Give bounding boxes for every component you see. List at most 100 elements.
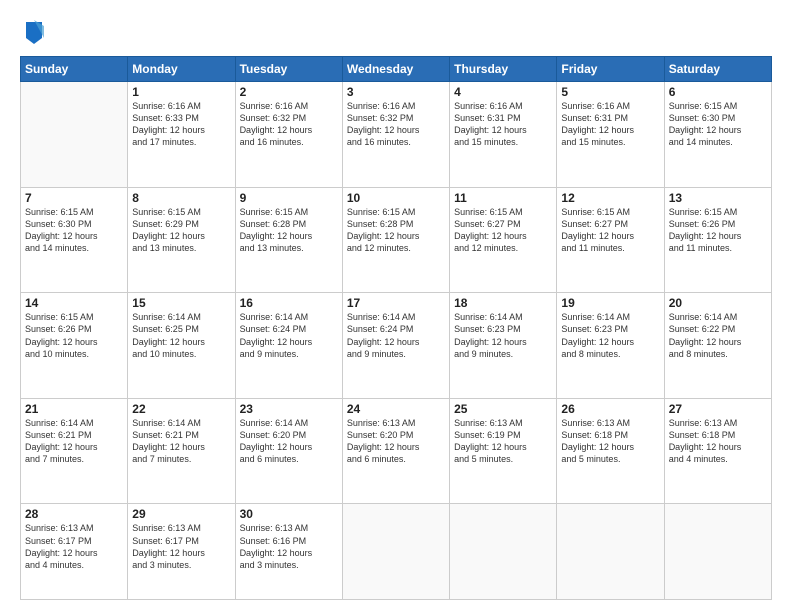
day-number: 24: [347, 402, 445, 416]
day-info: Sunrise: 6:13 AM Sunset: 6:18 PM Dayligh…: [561, 417, 659, 466]
day-number: 1: [132, 85, 230, 99]
calendar-cell: 26Sunrise: 6:13 AM Sunset: 6:18 PM Dayli…: [557, 398, 664, 504]
day-number: 14: [25, 296, 123, 310]
day-number: 29: [132, 507, 230, 521]
day-number: 8: [132, 191, 230, 205]
calendar-cell: 16Sunrise: 6:14 AM Sunset: 6:24 PM Dayli…: [235, 293, 342, 399]
calendar-cell: 30Sunrise: 6:13 AM Sunset: 6:16 PM Dayli…: [235, 504, 342, 600]
calendar-cell: 9Sunrise: 6:15 AM Sunset: 6:28 PM Daylig…: [235, 187, 342, 293]
day-number: 12: [561, 191, 659, 205]
day-number: 3: [347, 85, 445, 99]
calendar-week-2: 14Sunrise: 6:15 AM Sunset: 6:26 PM Dayli…: [21, 293, 772, 399]
calendar-cell: [450, 504, 557, 600]
day-number: 5: [561, 85, 659, 99]
day-number: 9: [240, 191, 338, 205]
calendar-table: SundayMondayTuesdayWednesdayThursdayFrid…: [20, 56, 772, 600]
page: SundayMondayTuesdayWednesdayThursdayFrid…: [0, 0, 792, 612]
day-number: 4: [454, 85, 552, 99]
day-number: 27: [669, 402, 767, 416]
calendar-cell: 11Sunrise: 6:15 AM Sunset: 6:27 PM Dayli…: [450, 187, 557, 293]
logo: [20, 18, 46, 46]
weekday-header-friday: Friday: [557, 57, 664, 82]
day-info: Sunrise: 6:14 AM Sunset: 6:21 PM Dayligh…: [25, 417, 123, 466]
calendar-cell: 23Sunrise: 6:14 AM Sunset: 6:20 PM Dayli…: [235, 398, 342, 504]
day-info: Sunrise: 6:15 AM Sunset: 6:30 PM Dayligh…: [25, 206, 123, 255]
day-number: 19: [561, 296, 659, 310]
day-info: Sunrise: 6:13 AM Sunset: 6:17 PM Dayligh…: [132, 522, 230, 571]
calendar-cell: 21Sunrise: 6:14 AM Sunset: 6:21 PM Dayli…: [21, 398, 128, 504]
day-info: Sunrise: 6:14 AM Sunset: 6:21 PM Dayligh…: [132, 417, 230, 466]
day-info: Sunrise: 6:14 AM Sunset: 6:22 PM Dayligh…: [669, 311, 767, 360]
day-info: Sunrise: 6:16 AM Sunset: 6:31 PM Dayligh…: [561, 100, 659, 149]
calendar-cell: 2Sunrise: 6:16 AM Sunset: 6:32 PM Daylig…: [235, 82, 342, 188]
day-number: 26: [561, 402, 659, 416]
calendar-cell: 29Sunrise: 6:13 AM Sunset: 6:17 PM Dayli…: [128, 504, 235, 600]
day-info: Sunrise: 6:16 AM Sunset: 6:31 PM Dayligh…: [454, 100, 552, 149]
calendar-cell: [342, 504, 449, 600]
day-number: 30: [240, 507, 338, 521]
calendar-cell: 17Sunrise: 6:14 AM Sunset: 6:24 PM Dayli…: [342, 293, 449, 399]
header: [20, 18, 772, 46]
calendar-cell: 10Sunrise: 6:15 AM Sunset: 6:28 PM Dayli…: [342, 187, 449, 293]
calendar-cell: 24Sunrise: 6:13 AM Sunset: 6:20 PM Dayli…: [342, 398, 449, 504]
day-info: Sunrise: 6:15 AM Sunset: 6:28 PM Dayligh…: [347, 206, 445, 255]
weekday-header-sunday: Sunday: [21, 57, 128, 82]
calendar-cell: [664, 504, 771, 600]
day-number: 15: [132, 296, 230, 310]
calendar-cell: 28Sunrise: 6:13 AM Sunset: 6:17 PM Dayli…: [21, 504, 128, 600]
day-info: Sunrise: 6:15 AM Sunset: 6:27 PM Dayligh…: [561, 206, 659, 255]
day-number: 17: [347, 296, 445, 310]
calendar-cell: 1Sunrise: 6:16 AM Sunset: 6:33 PM Daylig…: [128, 82, 235, 188]
weekday-header-thursday: Thursday: [450, 57, 557, 82]
day-number: 13: [669, 191, 767, 205]
day-info: Sunrise: 6:14 AM Sunset: 6:20 PM Dayligh…: [240, 417, 338, 466]
calendar-cell: [557, 504, 664, 600]
day-info: Sunrise: 6:13 AM Sunset: 6:19 PM Dayligh…: [454, 417, 552, 466]
day-info: Sunrise: 6:14 AM Sunset: 6:24 PM Dayligh…: [347, 311, 445, 360]
day-info: Sunrise: 6:14 AM Sunset: 6:23 PM Dayligh…: [561, 311, 659, 360]
day-info: Sunrise: 6:15 AM Sunset: 6:29 PM Dayligh…: [132, 206, 230, 255]
calendar-cell: 14Sunrise: 6:15 AM Sunset: 6:26 PM Dayli…: [21, 293, 128, 399]
day-number: 28: [25, 507, 123, 521]
day-number: 23: [240, 402, 338, 416]
day-info: Sunrise: 6:13 AM Sunset: 6:20 PM Dayligh…: [347, 417, 445, 466]
day-info: Sunrise: 6:13 AM Sunset: 6:17 PM Dayligh…: [25, 522, 123, 571]
day-number: 10: [347, 191, 445, 205]
day-info: Sunrise: 6:13 AM Sunset: 6:18 PM Dayligh…: [669, 417, 767, 466]
calendar-cell: 13Sunrise: 6:15 AM Sunset: 6:26 PM Dayli…: [664, 187, 771, 293]
day-info: Sunrise: 6:16 AM Sunset: 6:32 PM Dayligh…: [240, 100, 338, 149]
calendar-cell: 27Sunrise: 6:13 AM Sunset: 6:18 PM Dayli…: [664, 398, 771, 504]
day-info: Sunrise: 6:16 AM Sunset: 6:32 PM Dayligh…: [347, 100, 445, 149]
weekday-header-wednesday: Wednesday: [342, 57, 449, 82]
calendar-cell: 18Sunrise: 6:14 AM Sunset: 6:23 PM Dayli…: [450, 293, 557, 399]
day-info: Sunrise: 6:15 AM Sunset: 6:26 PM Dayligh…: [669, 206, 767, 255]
weekday-header-saturday: Saturday: [664, 57, 771, 82]
day-number: 20: [669, 296, 767, 310]
calendar-cell: 5Sunrise: 6:16 AM Sunset: 6:31 PM Daylig…: [557, 82, 664, 188]
calendar-week-1: 7Sunrise: 6:15 AM Sunset: 6:30 PM Daylig…: [21, 187, 772, 293]
day-number: 7: [25, 191, 123, 205]
weekday-header-monday: Monday: [128, 57, 235, 82]
day-number: 21: [25, 402, 123, 416]
day-info: Sunrise: 6:14 AM Sunset: 6:23 PM Dayligh…: [454, 311, 552, 360]
day-info: Sunrise: 6:14 AM Sunset: 6:24 PM Dayligh…: [240, 311, 338, 360]
day-number: 11: [454, 191, 552, 205]
day-info: Sunrise: 6:14 AM Sunset: 6:25 PM Dayligh…: [132, 311, 230, 360]
calendar-cell: 3Sunrise: 6:16 AM Sunset: 6:32 PM Daylig…: [342, 82, 449, 188]
calendar-cell: 7Sunrise: 6:15 AM Sunset: 6:30 PM Daylig…: [21, 187, 128, 293]
calendar-week-4: 28Sunrise: 6:13 AM Sunset: 6:17 PM Dayli…: [21, 504, 772, 600]
calendar-cell: 25Sunrise: 6:13 AM Sunset: 6:19 PM Dayli…: [450, 398, 557, 504]
day-info: Sunrise: 6:16 AM Sunset: 6:33 PM Dayligh…: [132, 100, 230, 149]
calendar-cell: 12Sunrise: 6:15 AM Sunset: 6:27 PM Dayli…: [557, 187, 664, 293]
day-number: 18: [454, 296, 552, 310]
day-number: 2: [240, 85, 338, 99]
calendar-cell: 4Sunrise: 6:16 AM Sunset: 6:31 PM Daylig…: [450, 82, 557, 188]
logo-icon: [22, 18, 46, 46]
day-info: Sunrise: 6:15 AM Sunset: 6:26 PM Dayligh…: [25, 311, 123, 360]
weekday-header-tuesday: Tuesday: [235, 57, 342, 82]
calendar-cell: 8Sunrise: 6:15 AM Sunset: 6:29 PM Daylig…: [128, 187, 235, 293]
calendar-cell: [21, 82, 128, 188]
day-info: Sunrise: 6:15 AM Sunset: 6:30 PM Dayligh…: [669, 100, 767, 149]
day-number: 22: [132, 402, 230, 416]
day-info: Sunrise: 6:15 AM Sunset: 6:27 PM Dayligh…: [454, 206, 552, 255]
